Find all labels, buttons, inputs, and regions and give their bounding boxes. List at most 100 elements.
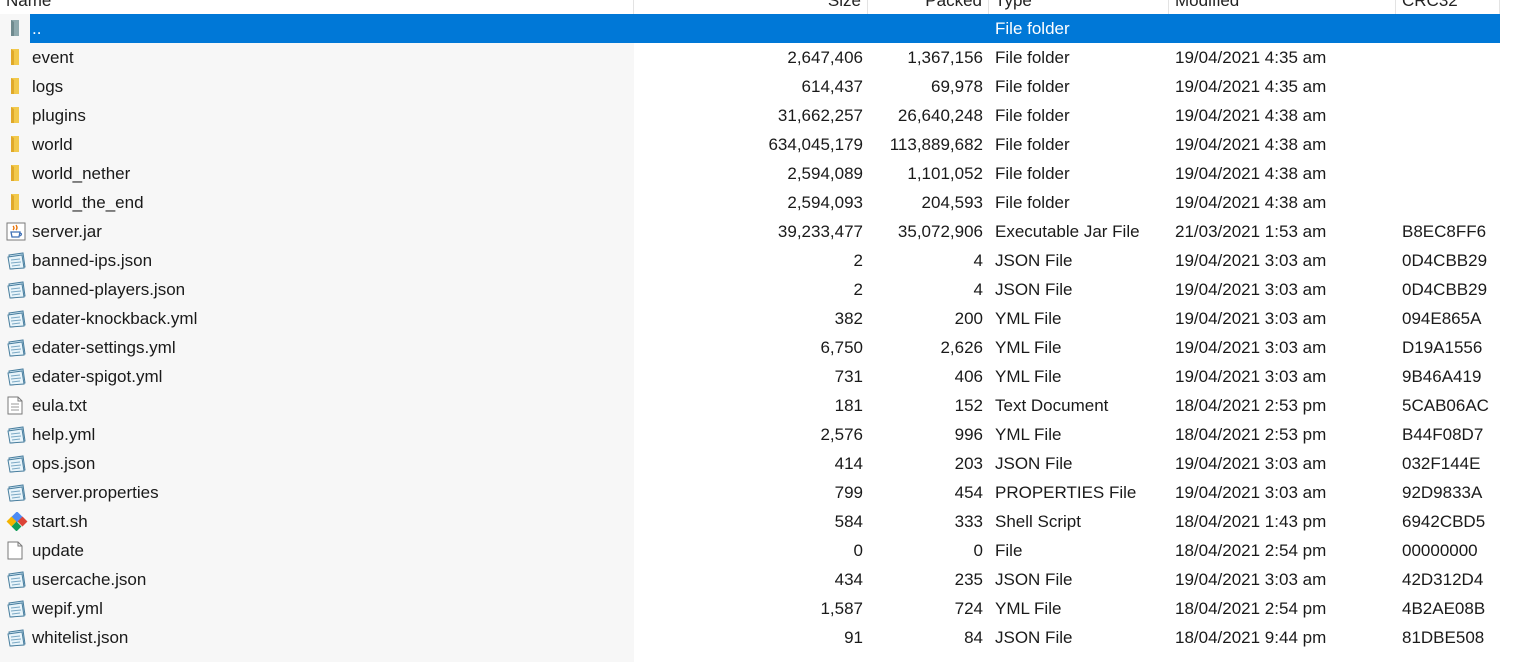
table-row[interactable]: start.sh 584 333 Shell Script 18/04/2021 1:4…: [0, 507, 1500, 536]
file-name: server.properties: [32, 483, 159, 502]
file-type: YML File: [995, 367, 1062, 386]
config-file-icon: [6, 362, 28, 391]
file-packed-size: 152: [954, 396, 983, 415]
table-row[interactable]: server.properties 799 454 PROPERTIES File 19…: [0, 478, 1500, 507]
table-row[interactable]: world_nether 2,594,089 1,101,052 File folde…: [0, 159, 1500, 188]
file-packed-size: 4: [973, 251, 983, 270]
file-crc: 6942CBD5: [1402, 512, 1486, 531]
file-modified: 19/04/2021 4:35 am: [1175, 77, 1327, 96]
file-crc: [1402, 14, 1500, 43]
file-crc: 0D4CBB29: [1402, 251, 1488, 270]
table-row[interactable]: banned-ips.json 2 4 JSON File 19/04/2021 3:0…: [0, 246, 1500, 275]
file-size: 181: [834, 396, 863, 415]
file-name: server.jar: [32, 222, 102, 241]
table-row[interactable]: banned-players.json 2 4 JSON File 19/04/2021…: [0, 275, 1500, 304]
file-packed-size: 0: [973, 541, 983, 560]
file-name: edater-settings.yml: [32, 338, 176, 357]
file-modified: 19/04/2021 3:03 am: [1175, 367, 1327, 386]
file-packed-size: 4: [973, 280, 983, 299]
file-crc: 92D9833A: [1402, 483, 1483, 502]
file-name: ..: [32, 19, 42, 38]
file-size: 2,647,406: [787, 48, 863, 67]
file-size: 614,437: [801, 77, 863, 96]
file-crc: 094E865A: [1402, 309, 1482, 328]
file-size: 2,594,089: [787, 164, 863, 183]
file-name: edater-knockback.yml: [32, 309, 198, 328]
table-row[interactable]: wepif.yml 1,587 724 YML File 18/04/2021 2:54…: [0, 594, 1500, 623]
file-packed-size: 2,626: [940, 338, 983, 357]
file-modified: 19/04/2021 4:38 am: [1175, 193, 1327, 212]
file-type: YML File: [995, 425, 1062, 444]
table-row[interactable]: usercache.json 434 235 JSON File 19/04/2021 …: [0, 565, 1500, 594]
file-modified: 19/04/2021 4:38 am: [1175, 135, 1327, 154]
file-type: File folder: [995, 48, 1070, 67]
table-row[interactable]: plugins 31,662,257 26,640,248 File folder 19…: [0, 101, 1500, 130]
config-file-icon: [6, 478, 28, 507]
file-type: File: [995, 541, 1023, 560]
file-modified: [1175, 14, 1390, 43]
column-header-type[interactable]: Type: [989, 0, 1169, 14]
column-header-size[interactable]: Size: [634, 0, 868, 14]
file-size: 39,233,477: [777, 222, 863, 241]
table-row[interactable]: eula.txt 181 152 Text Document 18/04/2021 2:…: [0, 391, 1500, 420]
file-size: 0: [853, 541, 863, 560]
config-file-icon: [6, 623, 28, 652]
file-crc: [1402, 130, 1500, 159]
file-packed-size: 200: [954, 309, 983, 328]
column-header-modified[interactable]: Modified: [1169, 0, 1396, 14]
table-row[interactable]: server.jar 39,233,477 35,072,906 Executable…: [0, 217, 1500, 246]
shell-script-icon: [6, 507, 28, 536]
table-row[interactable]: edater-knockback.yml 382 200 YML File 19/04/…: [0, 304, 1500, 333]
file-crc: 5CAB06AC: [1402, 396, 1489, 415]
file-packed-size: 724: [954, 599, 983, 618]
file-name: update: [32, 541, 84, 560]
file-modified: 18/04/2021 2:53 pm: [1175, 425, 1327, 444]
file-modified: 19/04/2021 3:03 am: [1175, 454, 1327, 473]
file-packed-size: 454: [954, 483, 983, 502]
file-packed-size: 84: [964, 628, 983, 647]
file-name: wepif.yml: [32, 599, 103, 618]
file-packed-size: 333: [954, 512, 983, 531]
file-type: File folder: [995, 106, 1070, 125]
file-size: 434: [834, 570, 863, 589]
file-modified: 18/04/2021 1:43 pm: [1175, 512, 1327, 531]
file-packed-size: 69,978: [931, 77, 983, 96]
file-name: banned-players.json: [32, 280, 186, 299]
folder-icon: [6, 159, 28, 188]
file-size: [634, 14, 863, 43]
file-modified: 19/04/2021 3:03 am: [1175, 338, 1327, 357]
table-row[interactable]: edater-spigot.yml 731 406 YML File 19/04/202…: [0, 362, 1500, 391]
file-crc: B8EC8FF6: [1402, 222, 1487, 241]
table-row[interactable]: whitelist.json 91 84 JSON File 18/04/2021 9:…: [0, 623, 1500, 652]
table-row[interactable]: update 0 0 File 18/04/2021 2:54 pm 00000000: [0, 536, 1500, 565]
file-type: JSON File: [995, 454, 1073, 473]
file-modified: 19/04/2021 3:03 am: [1175, 570, 1327, 589]
table-row[interactable]: ops.json 414 203 JSON File 19/04/2021 3:03 a…: [0, 449, 1500, 478]
file-modified: 18/04/2021 2:54 pm: [1175, 599, 1327, 618]
file-name: usercache.json: [32, 570, 147, 589]
blank-file-icon: [6, 536, 28, 565]
table-row[interactable]: logs 614,437 69,978 File folder 19/04/2021 4…: [0, 72, 1500, 101]
table-row[interactable]: edater-settings.yml 6,750 2,626 YML File 19/…: [0, 333, 1500, 362]
file-name: ops.json: [32, 454, 96, 473]
file-type: YML File: [995, 338, 1062, 357]
table-row[interactable]: world 634,045,179 113,889,682 File folder 19…: [0, 130, 1500, 159]
file-modified: 19/04/2021 4:35 am: [1175, 48, 1327, 67]
file-name: start.sh: [32, 512, 88, 531]
table-row[interactable]: help.yml 2,576 996 YML File 18/04/2021 2:53 …: [0, 420, 1500, 449]
table-row[interactable]: world_the_end 2,594,093 204,593 File folder…: [0, 188, 1500, 217]
table-row[interactable]: .. File folder: [11, 14, 1500, 43]
text-document-icon: [6, 391, 28, 420]
config-file-icon: [6, 275, 28, 304]
file-type: File folder: [995, 193, 1070, 212]
folder-icon: [6, 72, 28, 101]
column-header-crc[interactable]: CRC32: [1396, 0, 1500, 14]
folder-icon: [6, 130, 28, 159]
file-type: JSON File: [995, 251, 1073, 270]
table-row[interactable]: event 2,647,406 1,367,156 File folder 19/04/…: [0, 43, 1500, 72]
file-type: YML File: [995, 599, 1062, 618]
column-header-packed[interactable]: Packed: [868, 0, 989, 14]
file-crc: 032F144E: [1402, 454, 1481, 473]
file-modified: 18/04/2021 2:54 pm: [1175, 541, 1327, 560]
column-header-name[interactable]: Name: [0, 0, 634, 14]
